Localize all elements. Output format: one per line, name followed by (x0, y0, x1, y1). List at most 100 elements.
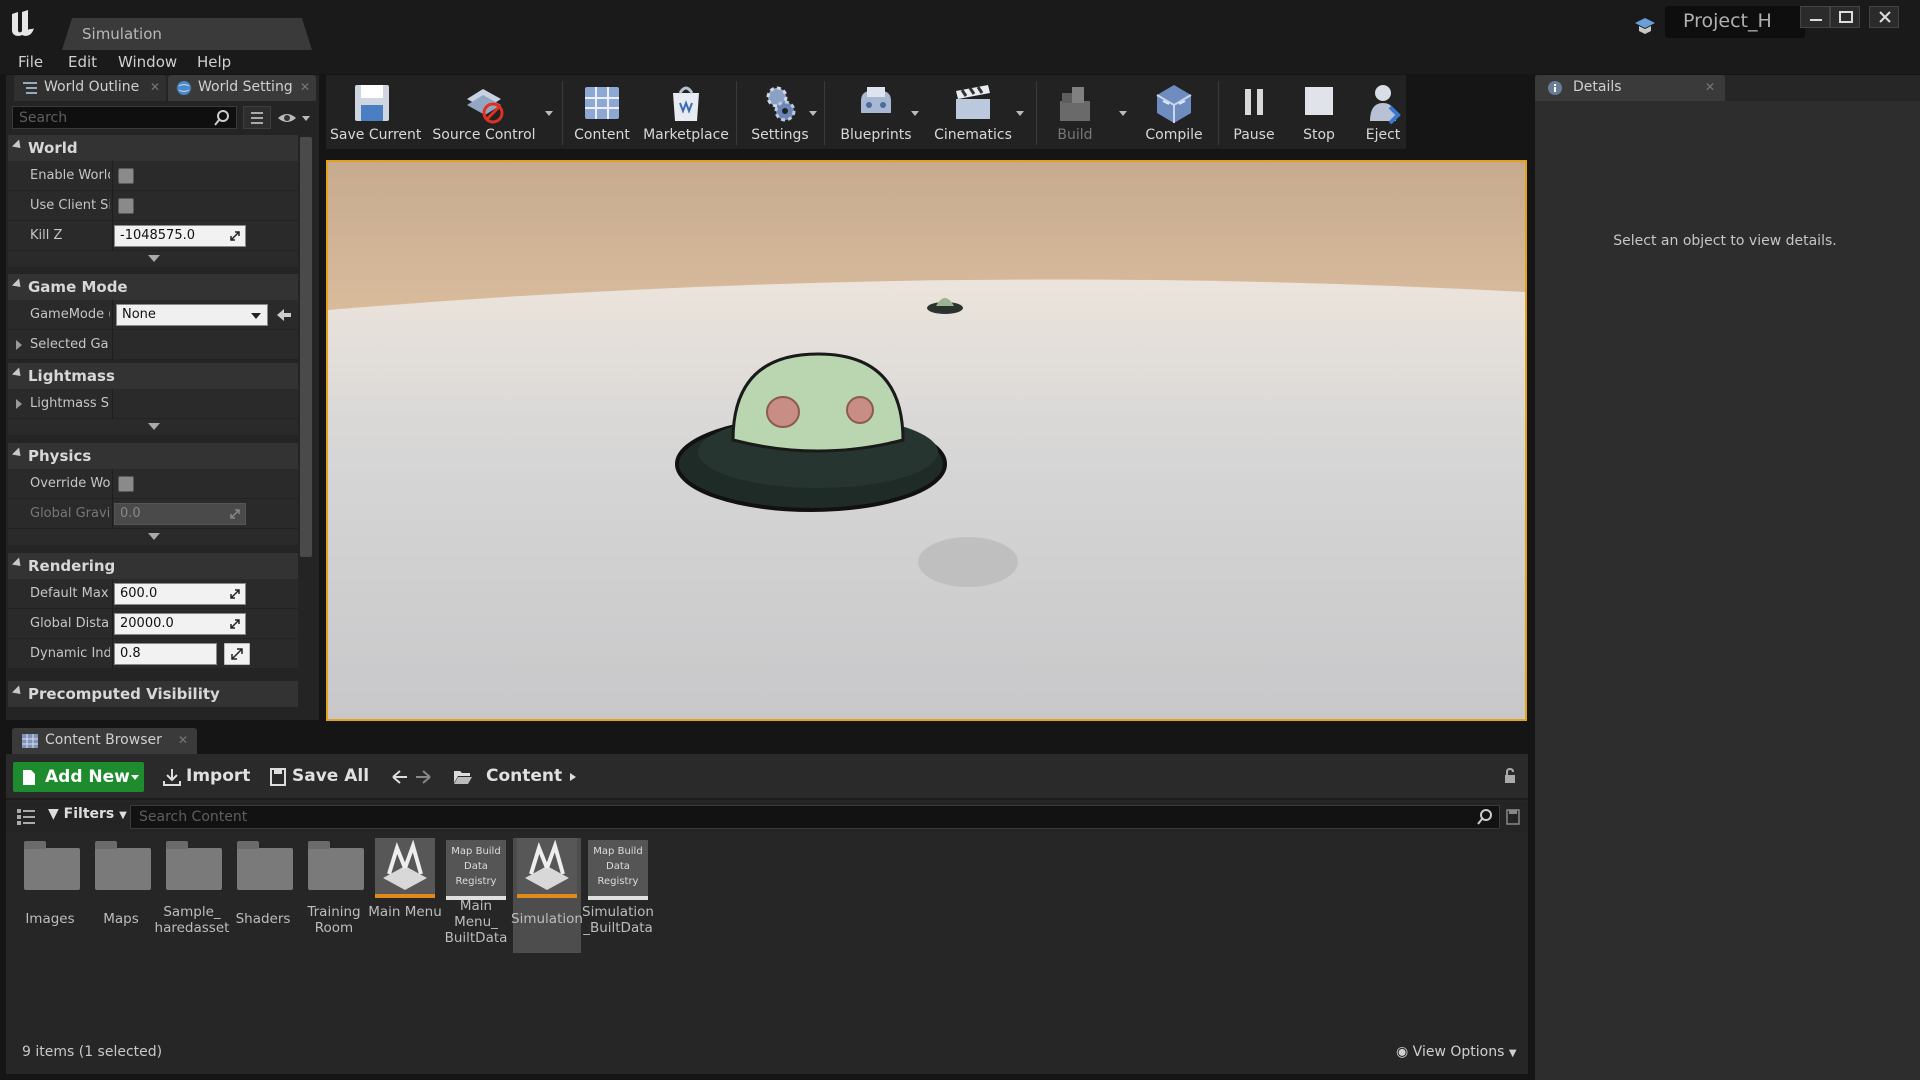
breadcrumb-content[interactable]: Content (486, 766, 562, 786)
use-selected-arrow-icon[interactable] (276, 308, 292, 322)
global-distance-value: 20000.0 (120, 616, 174, 631)
asset-folder-images[interactable]: Images (16, 838, 84, 953)
close-window-button[interactable] (1869, 6, 1899, 28)
tab-world-outliner[interactable]: World Outline ✕ (14, 75, 166, 101)
import-button[interactable]: Import (186, 766, 250, 786)
view-options-button[interactable]: ◉ View Options ▼ (1396, 1044, 1517, 1060)
add-new-label: Add New (45, 767, 130, 787)
property-label: Use Client Si (30, 198, 110, 213)
build-dropdown-icon[interactable] (1119, 111, 1127, 116)
view-options-eye-icon[interactable] (276, 109, 312, 127)
settings-search-input[interactable]: Search (12, 106, 237, 129)
save-all-button[interactable]: Save All (292, 766, 369, 786)
default-max-field[interactable]: 600.0 (114, 583, 246, 605)
content-browser-toolbar: Add New Import Save All Content (6, 754, 1528, 800)
category-physics[interactable]: Physics (8, 443, 298, 469)
pause-button[interactable]: Pause (1222, 75, 1286, 151)
panel-scrollbar[interactable] (300, 137, 312, 557)
forward-arrow-icon[interactable] (415, 770, 431, 784)
collapse-arrow-icon (11, 139, 25, 152)
category-game-mode[interactable]: Game Mode (8, 274, 298, 300)
cinematics-dropdown-icon[interactable] (1016, 111, 1024, 116)
gamemode-override-dropdown[interactable]: None (116, 304, 268, 326)
list-view-button[interactable] (243, 106, 271, 129)
asset-folder-shaders[interactable]: Shaders (229, 838, 297, 953)
dynamic-indirect-field[interactable]: 0.8 (114, 643, 217, 665)
close-tab-icon[interactable]: ✕ (1705, 80, 1715, 94)
level-tab[interactable]: Simulation (62, 18, 312, 50)
marketplace-label: Marketplace (643, 127, 729, 143)
stop-button[interactable]: Stop (1288, 75, 1350, 151)
category-world[interactable]: World (8, 135, 298, 161)
use-client-checkbox[interactable] (118, 198, 134, 214)
asset-name: Maps (103, 911, 139, 927)
expand-arrow-icon[interactable] (16, 340, 22, 350)
reset-arrow-icon[interactable] (229, 588, 241, 600)
sources-panel-icon[interactable] (16, 808, 36, 826)
override-gravity-checkbox[interactable] (118, 476, 134, 492)
menu-window[interactable]: Window (118, 53, 177, 71)
blueprints-button[interactable]: Blueprints (828, 75, 924, 151)
tab-world-settings[interactable]: World Setting ✕ (168, 75, 316, 101)
source-control-dropdown-icon[interactable] (545, 111, 553, 116)
asset-map-simulation[interactable]: Simulation (511, 838, 583, 953)
menu-help[interactable]: Help (197, 53, 231, 71)
reset-arrow-icon[interactable] (224, 643, 250, 665)
category-lightmass[interactable]: Lightmass (8, 363, 298, 389)
minimize-button[interactable] (1800, 6, 1830, 28)
tab-world-outliner-label: World Outline (44, 79, 140, 95)
back-arrow-icon[interactable] (392, 770, 408, 784)
cinematics-icon (956, 85, 990, 119)
reset-arrow-icon[interactable] (229, 230, 241, 242)
chevron-right-icon[interactable] (569, 772, 577, 782)
asset-main-menu-builtdata[interactable]: Map Build Data Registry Main Menu_ Built… (442, 838, 510, 953)
content-button[interactable]: Content (566, 75, 638, 151)
add-new-button[interactable]: Add New (13, 762, 144, 792)
close-tab-icon[interactable]: ✕ (150, 80, 160, 94)
close-tab-icon[interactable]: ✕ (178, 733, 188, 747)
lock-icon[interactable] (1502, 768, 1518, 784)
enable-world-checkbox[interactable] (118, 168, 134, 184)
blueprints-dropdown-icon[interactable] (911, 111, 919, 116)
maximize-button[interactable] (1830, 6, 1860, 28)
asset-folder-sample-sharedassets[interactable]: Sample_ haredasset (155, 838, 229, 953)
source-control-button[interactable]: Source Control (432, 75, 536, 151)
menu-edit[interactable]: Edit (68, 53, 97, 71)
level-viewport[interactable] (326, 160, 1527, 721)
property-row[interactable]: Selected Ga (8, 330, 298, 360)
menu-file[interactable]: File (18, 53, 43, 71)
close-tab-icon[interactable]: ✕ (300, 80, 310, 94)
asset-map-main-menu[interactable]: Main Menu (368, 838, 442, 953)
eject-button[interactable]: Eject (1350, 75, 1416, 151)
advanced-expander[interactable] (8, 529, 298, 545)
cinematics-button[interactable]: Cinematics (924, 75, 1022, 151)
search-content-input[interactable]: Search Content (130, 805, 1500, 829)
settings-dropdown-icon[interactable] (809, 111, 817, 116)
tab-details[interactable]: Details ✕ (1535, 75, 1725, 101)
category-rendering[interactable]: Rendering (8, 553, 298, 579)
reset-arrow-icon[interactable] (229, 618, 241, 630)
asset-folder-maps[interactable]: Maps (87, 838, 155, 953)
tab-content-browser[interactable]: Content Browser ✕ (12, 728, 197, 754)
save-current-button[interactable]: Save Current (330, 75, 421, 151)
global-distance-field[interactable]: 20000.0 (114, 613, 246, 635)
compile-button[interactable]: Compile (1134, 75, 1214, 151)
learn-icon[interactable] (1634, 16, 1656, 36)
save-search-icon[interactable] (1506, 809, 1520, 825)
view-options-label: View Options (1412, 1044, 1505, 1060)
asset-folder-training-room[interactable]: Training Room (300, 838, 368, 953)
chevron-down-icon: ▼ (119, 810, 127, 821)
asset-name: Images (25, 911, 75, 927)
asset-simulation-builtdata[interactable]: Map Build Data Registry Simulation _Buil… (582, 838, 654, 953)
property-row[interactable]: Lightmass S (8, 389, 298, 419)
build-button[interactable]: Build (1040, 75, 1110, 151)
property-label: GameMode ( (30, 307, 110, 322)
expand-arrow-icon[interactable] (16, 399, 22, 409)
settings-button[interactable]: Settings (740, 75, 820, 151)
advanced-expander[interactable] (8, 419, 298, 435)
kill-z-field[interactable]: -1048575.0 (114, 225, 246, 247)
advanced-expander[interactable] (8, 251, 298, 267)
category-precomputed-visibility[interactable]: Precomputed Visibility (8, 681, 298, 707)
marketplace-button[interactable]: Marketplace (638, 75, 734, 151)
filters-button[interactable]: ▼ Filters ▼ (48, 806, 127, 822)
